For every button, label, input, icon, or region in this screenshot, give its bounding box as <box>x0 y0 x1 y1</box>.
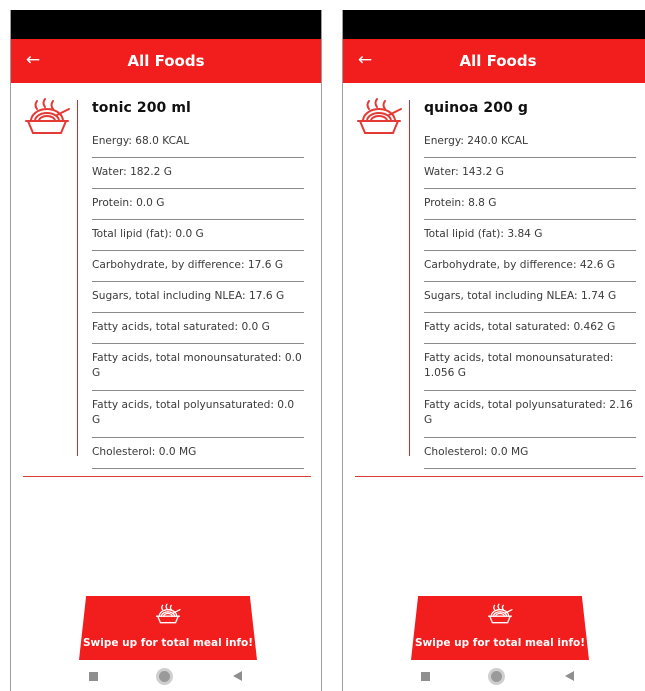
nutrient-saturated-fat: Fatty acids, total saturated: 0.0 G <box>92 313 304 344</box>
noodle-bowl-icon <box>155 603 181 624</box>
home-circle-icon[interactable] <box>488 668 505 685</box>
back-triangle-icon[interactable] <box>565 671 574 681</box>
noodle-bowl-icon <box>357 98 402 134</box>
nutrient-sugars: Sugars, total including NLEA: 17.6 G <box>92 282 304 313</box>
status-bar <box>343 10 645 39</box>
app-bar: ← All Foods <box>343 39 645 83</box>
nutrient-energy: Energy: 240.0 KCAL <box>424 127 636 158</box>
nutrient-list: Energy: 240.0 KCAL Water: 143.2 G Protei… <box>424 127 636 469</box>
app-bar: ← All Foods <box>11 39 321 83</box>
nutrient-protein: Protein: 0.0 G <box>92 189 304 220</box>
phone-screen-tonic: ← All Foods tonic 200 ml Energy: 68.0 KC… <box>10 10 322 691</box>
nutrient-monounsaturated-fat: Fatty acids, total monounsaturated: 1.05… <box>424 344 636 391</box>
system-nav-bar <box>343 660 645 691</box>
back-arrow-icon[interactable]: ← <box>21 48 45 72</box>
swipe-up-label: Swipe up for total meal info! <box>82 637 254 649</box>
nutrient-list: Energy: 68.0 KCAL Water: 182.2 G Protein… <box>92 127 304 469</box>
home-circle-icon[interactable] <box>156 668 173 685</box>
nutrient-sugars: Sugars, total including NLEA: 1.74 G <box>424 282 636 313</box>
nutrient-energy: Energy: 68.0 KCAL <box>92 127 304 158</box>
food-details: quinoa 200 g Energy: 240.0 KCAL Water: 1… <box>343 83 645 469</box>
recents-square-icon[interactable] <box>421 672 430 681</box>
nutrient-water: Water: 182.2 G <box>92 158 304 189</box>
section-divider <box>355 476 643 477</box>
phone-screen-quinoa: ← All Foods quinoa 200 g Energy: 240.0 K… <box>342 10 645 691</box>
swipe-up-panel[interactable]: Swipe up for total meal info! <box>411 596 589 660</box>
nutrient-total-lipid: Total lipid (fat): 3.84 G <box>424 220 636 251</box>
nutrient-monounsaturated-fat: Fatty acids, total monounsaturated: 0.0 … <box>92 344 304 391</box>
nutrient-protein: Protein: 8.8 G <box>424 189 636 220</box>
food-title: quinoa 200 g <box>424 100 529 116</box>
nutrient-polyunsaturated-fat: Fatty acids, total polyunsaturated: 2.16… <box>424 391 636 438</box>
vertical-accent-line <box>77 100 78 456</box>
system-nav-bar <box>11 660 321 691</box>
swipe-up-label: Swipe up for total meal info! <box>414 637 586 649</box>
noodle-bowl-icon <box>25 98 70 134</box>
swipe-up-panel[interactable]: Swipe up for total meal info! <box>79 596 257 660</box>
noodle-bowl-icon <box>487 603 513 624</box>
nutrient-water: Water: 143.2 G <box>424 158 636 189</box>
nutrient-cholesterol: Cholesterol: 0.0 MG <box>424 438 636 469</box>
food-title: tonic 200 ml <box>92 100 191 116</box>
section-divider <box>23 476 311 477</box>
status-bar <box>11 10 321 39</box>
back-triangle-icon[interactable] <box>233 671 242 681</box>
page-title: All Foods <box>459 52 537 70</box>
vertical-accent-line <box>409 100 410 456</box>
nutrient-polyunsaturated-fat: Fatty acids, total polyunsaturated: 0.0 … <box>92 391 304 438</box>
nutrient-carbohydrate: Carbohydrate, by difference: 42.6 G <box>424 251 636 282</box>
page-title: All Foods <box>127 52 205 70</box>
nutrient-total-lipid: Total lipid (fat): 0.0 G <box>92 220 304 251</box>
nutrient-cholesterol: Cholesterol: 0.0 MG <box>92 438 304 469</box>
recents-square-icon[interactable] <box>89 672 98 681</box>
food-details: tonic 200 ml Energy: 68.0 KCAL Water: 18… <box>11 83 321 469</box>
nutrient-saturated-fat: Fatty acids, total saturated: 0.462 G <box>424 313 636 344</box>
back-arrow-icon[interactable]: ← <box>353 48 377 72</box>
nutrient-carbohydrate: Carbohydrate, by difference: 17.6 G <box>92 251 304 282</box>
